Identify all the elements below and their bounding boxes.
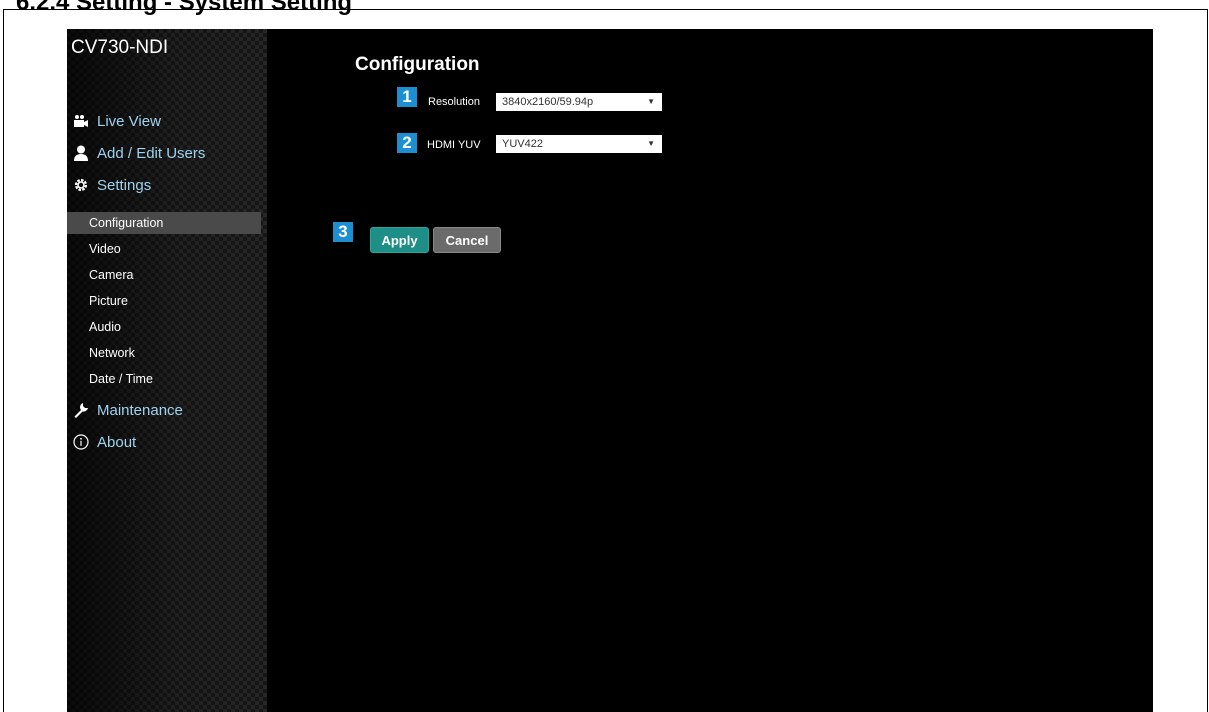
info-icon xyxy=(73,434,89,450)
gear-icon xyxy=(73,177,89,193)
nav-settings[interactable]: Settings xyxy=(73,174,151,196)
callout-badge-3: 3 xyxy=(333,222,353,242)
sidebar-item-camera[interactable]: Camera xyxy=(67,264,261,286)
page-title: Configuration xyxy=(355,54,480,75)
callout-badge-1: 1 xyxy=(397,87,417,107)
nav-label: Maintenance xyxy=(97,401,183,419)
hdmi-yuv-label: HDMI YUV xyxy=(427,139,481,151)
user-icon xyxy=(73,145,89,161)
sidebar: CV730-NDI Live View Add / Edit Users Set… xyxy=(67,29,267,712)
nav-about[interactable]: About xyxy=(73,431,136,453)
nav-add-edit-users[interactable]: Add / Edit Users xyxy=(73,142,205,164)
nav-label: About xyxy=(97,433,137,451)
sidebar-item-audio[interactable]: Audio xyxy=(67,316,261,338)
sidebar-item-date-time[interactable]: Date / Time xyxy=(67,368,261,390)
sidebar-item-network[interactable]: Network xyxy=(67,342,261,364)
cancel-button[interactable]: Cancel xyxy=(433,227,501,253)
sidebar-item-video[interactable]: Video xyxy=(67,238,261,260)
wrench-icon xyxy=(73,402,89,418)
model-name: CV730-NDI xyxy=(71,37,169,58)
video-camera-icon xyxy=(73,113,89,129)
nav-live-view[interactable]: Live View xyxy=(73,110,161,132)
chevron-down-icon: ▼ xyxy=(647,139,655,148)
resolution-value: 3840x2160/59.94p xyxy=(502,96,594,108)
camera-web-ui: CV730-NDI Live View Add / Edit Users Set… xyxy=(67,29,1153,712)
nav-label: Settings xyxy=(97,176,152,194)
sidebar-item-picture[interactable]: Picture xyxy=(67,290,261,312)
hdmi-yuv-select[interactable]: YUV422 ▼ xyxy=(496,135,662,153)
callout-badge-2: 2 xyxy=(397,133,417,153)
resolution-select[interactable]: 3840x2160/59.94p ▼ xyxy=(496,93,662,111)
nav-label: Live View xyxy=(97,112,161,130)
resolution-label: Resolution xyxy=(428,96,480,108)
hdmi-yuv-value: YUV422 xyxy=(502,138,543,150)
apply-button[interactable]: Apply xyxy=(370,227,429,253)
nav-label: Add / Edit Users xyxy=(97,144,206,162)
sidebar-item-configuration[interactable]: Configuration xyxy=(67,212,261,234)
chevron-down-icon: ▼ xyxy=(647,97,655,106)
nav-maintenance[interactable]: Maintenance xyxy=(73,399,183,421)
